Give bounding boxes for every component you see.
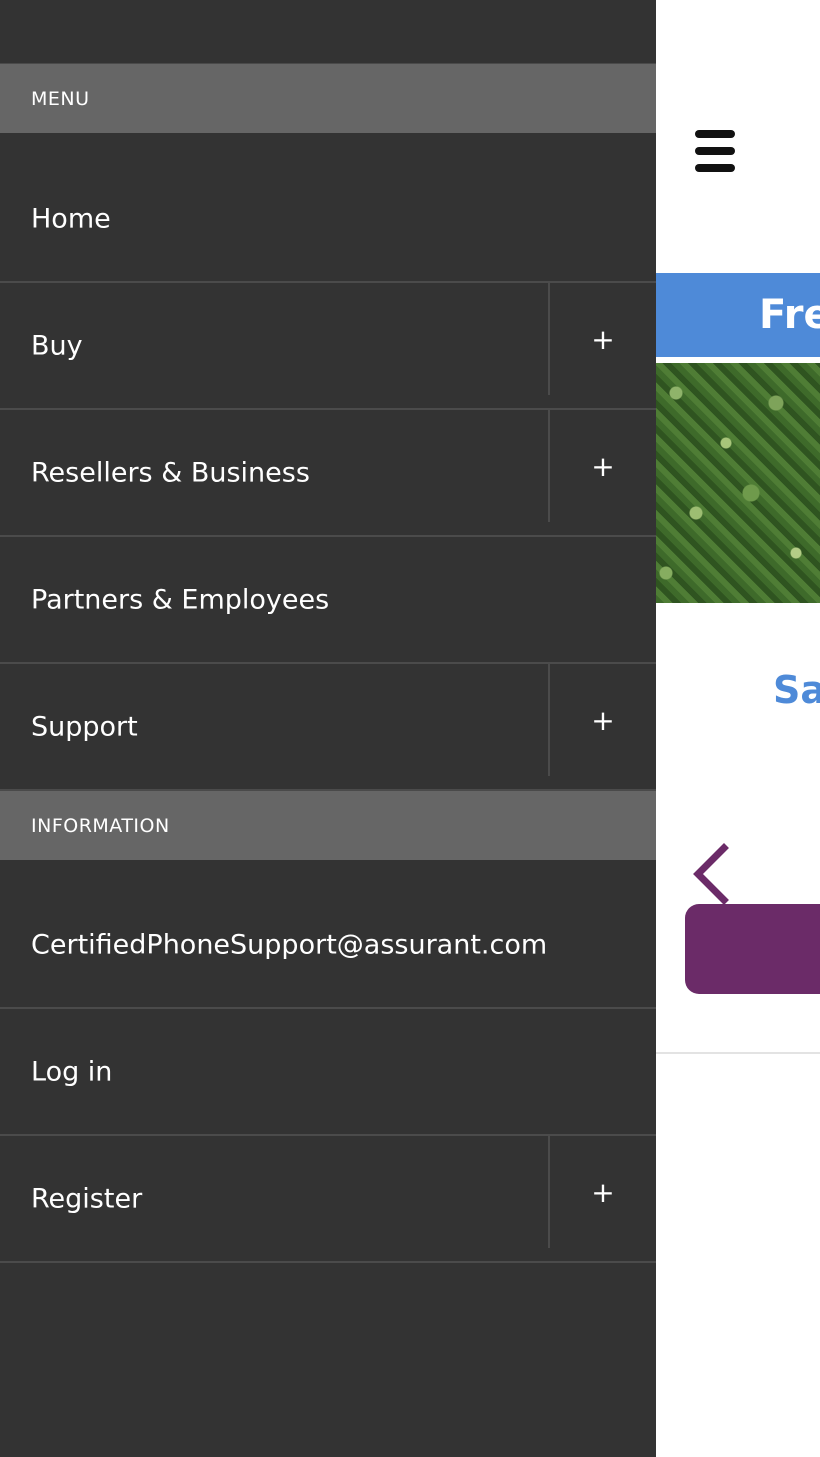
promo-banner-text: Fre [759, 292, 820, 338]
menu-item-buy[interactable]: Buy + [0, 283, 656, 410]
navigation-drawer: MENU Home Buy + Resellers & Business + P… [0, 0, 656, 1457]
expand-buy-button[interactable]: + [548, 283, 656, 395]
primary-action-button[interactable] [685, 904, 820, 994]
menu-item-label: Support [31, 711, 138, 742]
information-header-label: INFORMATION [31, 814, 170, 837]
expand-register-button[interactable]: + [548, 1136, 656, 1248]
information-section-header: INFORMATION [0, 790, 656, 860]
plus-icon: + [591, 322, 615, 356]
menu-item-resellers-business[interactable]: Resellers & Business + [0, 410, 656, 537]
expand-support-button[interactable]: + [548, 664, 656, 776]
menu-section-header: MENU [0, 63, 656, 133]
menu-item-log-in[interactable]: Log in [0, 1009, 656, 1136]
menu-header-label: MENU [31, 87, 90, 110]
menu-item-label: Resellers & Business [31, 457, 310, 488]
plus-icon: + [591, 449, 615, 483]
plus-icon: + [591, 1175, 615, 1209]
menu-item-support-email[interactable]: CertifiedPhoneSupport@assurant.com [0, 882, 656, 1009]
chevron-left-icon[interactable] [690, 842, 730, 906]
plus-icon: + [591, 703, 615, 737]
expand-resellers-button[interactable]: + [548, 410, 656, 522]
hamburger-menu-icon[interactable] [695, 130, 735, 172]
promo-banner: Fre [656, 273, 820, 360]
menu-item-label: Partners & Employees [31, 584, 330, 615]
hero-image [656, 363, 820, 603]
menu-item-label: CertifiedPhoneSupport@assurant.com [31, 929, 548, 960]
section-heading: Say [773, 668, 820, 712]
menu-item-home[interactable]: Home [0, 156, 656, 283]
menu-item-label: Home [31, 203, 111, 234]
menu-item-support[interactable]: Support + [0, 664, 656, 791]
background-page: Fre Say [656, 0, 820, 1457]
menu-item-label: Register [31, 1183, 143, 1214]
menu-item-label: Log in [31, 1056, 113, 1087]
menu-item-partners-employees[interactable]: Partners & Employees [0, 537, 656, 664]
menu-item-label: Buy [31, 330, 83, 361]
divider [656, 1052, 820, 1054]
menu-item-register[interactable]: Register + [0, 1136, 656, 1263]
